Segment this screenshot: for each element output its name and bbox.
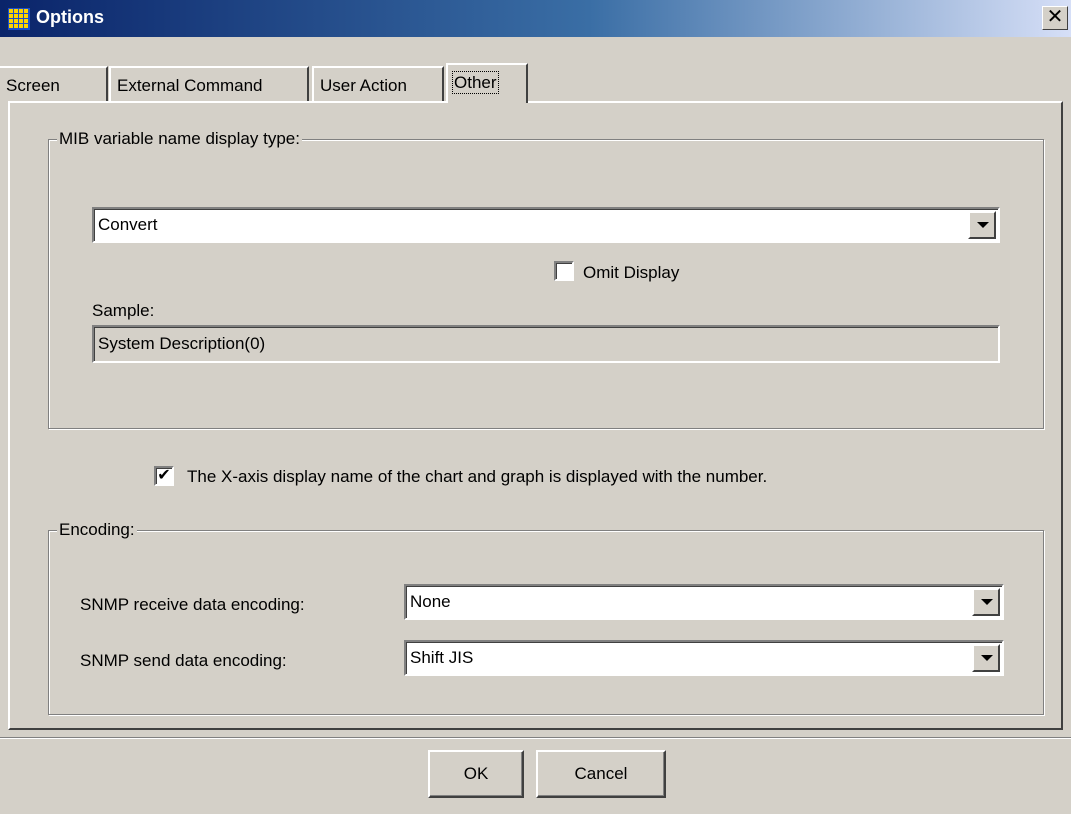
tab-user-action[interactable]: User Action xyxy=(312,66,444,102)
tab-other[interactable]: Other xyxy=(446,63,528,103)
cancel-button[interactable]: Cancel xyxy=(536,750,666,798)
close-button[interactable]: ✕ xyxy=(1042,6,1068,30)
grid-app-icon xyxy=(8,8,30,30)
x-axis-number-label: The X-axis display name of the chart and… xyxy=(187,467,768,486)
tab-label: Screen xyxy=(6,76,60,95)
omit-display-checkbox[interactable] xyxy=(554,261,574,281)
mib-display-group-legend: MIB variable name display type: xyxy=(57,129,302,149)
footer-separator xyxy=(0,737,1071,739)
x-axis-number-checkbox[interactable]: ✔ xyxy=(154,466,174,486)
ok-button[interactable]: OK xyxy=(428,750,524,798)
cancel-button-label: Cancel xyxy=(574,764,628,783)
receive-encoding-select[interactable]: None xyxy=(404,584,1004,620)
sample-value: System Description(0) xyxy=(98,334,266,353)
mib-display-type-select[interactable]: Convert xyxy=(92,207,1000,243)
title-bar[interactable]: Options ✕ xyxy=(0,0,1071,37)
sample-field: System Description(0) xyxy=(92,325,1000,363)
receive-encoding-label: SNMP receive data encoding: xyxy=(80,595,305,614)
tab-label: User Action xyxy=(320,76,407,95)
tab-label: External Command xyxy=(117,76,263,95)
tab-label: Other xyxy=(452,71,499,94)
tab-screen[interactable]: Screen xyxy=(0,66,108,102)
encoding-group xyxy=(48,530,1044,715)
select-value: None xyxy=(410,592,451,611)
close-icon: ✕ xyxy=(1046,6,1064,28)
chevron-down-icon[interactable] xyxy=(968,211,996,239)
send-encoding-label: SNMP send data encoding: xyxy=(80,651,287,670)
encoding-group-legend: Encoding: xyxy=(57,520,137,540)
select-value: Shift JIS xyxy=(410,648,474,667)
checkmark-icon: ✔ xyxy=(157,467,171,484)
sample-label: Sample: xyxy=(92,301,155,320)
ok-button-label: OK xyxy=(463,764,489,783)
omit-display-label: Omit Display xyxy=(583,263,680,282)
send-encoding-select[interactable]: Shift JIS xyxy=(404,640,1004,676)
chevron-down-icon[interactable] xyxy=(972,644,1000,672)
select-value: Convert xyxy=(98,215,158,234)
chevron-down-icon[interactable] xyxy=(972,588,1000,616)
tab-external-command[interactable]: External Command xyxy=(109,66,309,102)
mib-display-group xyxy=(48,139,1044,429)
window-title: Options xyxy=(36,7,104,27)
